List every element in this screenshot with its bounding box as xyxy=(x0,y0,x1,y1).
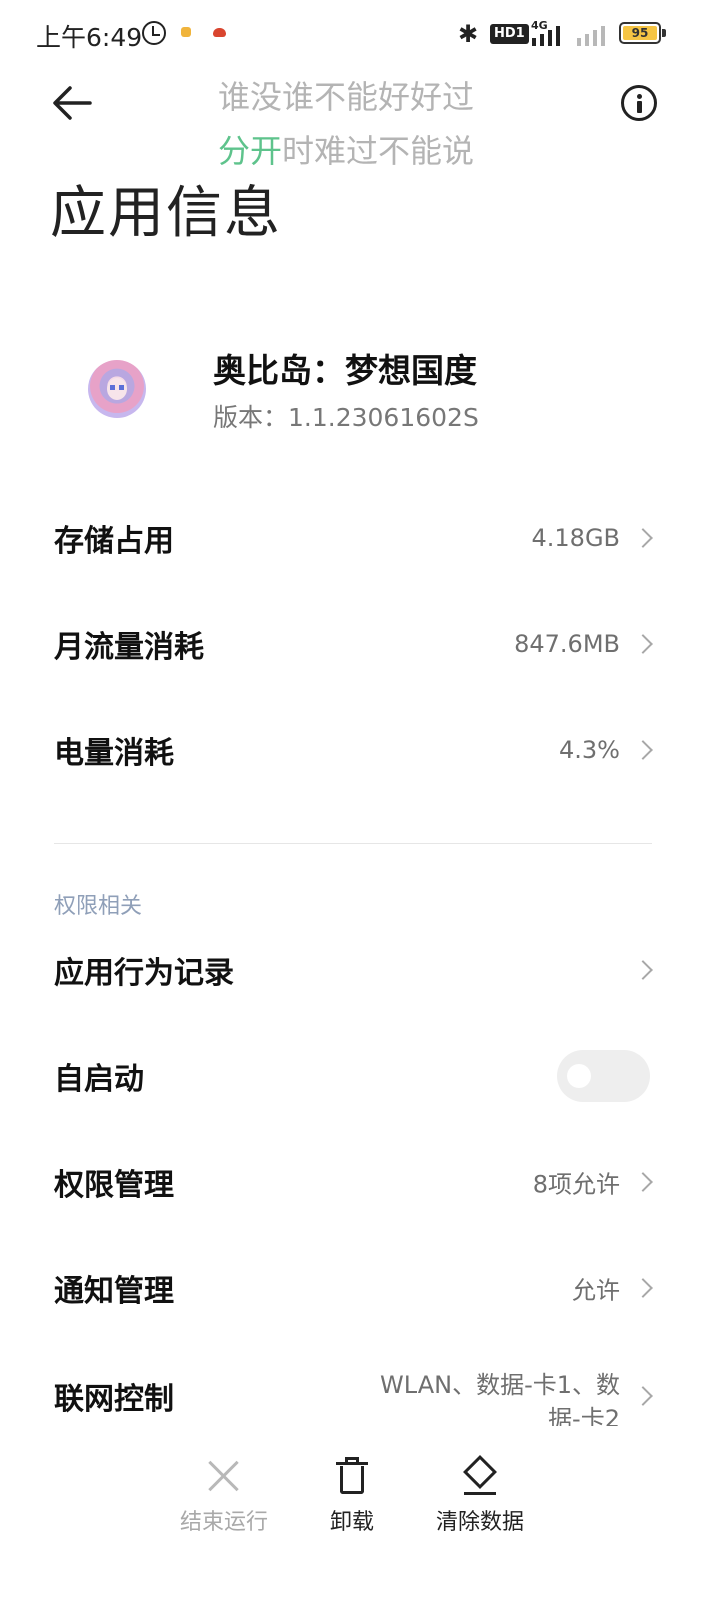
force-stop-button[interactable]: 结束运行 xyxy=(164,1450,284,1550)
row-value: 8项允许 xyxy=(532,1170,620,1199)
autostart-toggle[interactable] xyxy=(557,1050,650,1102)
app-info-screen: 上午6:49 ✱ HD1 4G 95 谁没谁不能好好过 分开时难过不能说 应用信… xyxy=(0,0,720,1600)
chevron-right-icon xyxy=(633,1172,653,1192)
chevron-right-icon xyxy=(633,528,653,548)
app-notification-icon xyxy=(213,28,226,37)
row-label: 电量消耗 xyxy=(54,736,174,771)
status-bar: 上午6:49 ✱ HD1 4G 95 xyxy=(0,0,720,66)
data-usage-row[interactable]: 月流量消耗 847.6MB xyxy=(0,604,720,684)
signal-icon xyxy=(532,24,572,46)
action-label: 清除数据 xyxy=(435,1510,524,1535)
battery-icon: 95 xyxy=(619,22,661,44)
battery-usage-row[interactable]: 电量消耗 4.3% xyxy=(0,710,720,790)
trash-icon xyxy=(332,1456,372,1496)
storage-row[interactable]: 存储占用 4.18GB xyxy=(0,498,720,578)
row-label: 月流量消耗 xyxy=(54,630,204,665)
row-value: 4.3% xyxy=(559,736,620,764)
hd-badge: HD1 xyxy=(490,24,529,44)
battery-tip xyxy=(662,29,666,37)
app-version: 版本：1.1.23061602S xyxy=(213,403,479,432)
close-icon xyxy=(204,1456,244,1496)
chevron-right-icon xyxy=(633,960,653,980)
behavior-record-row[interactable]: 应用行为记录 xyxy=(0,930,720,1010)
row-label: 自启动 xyxy=(54,1062,144,1097)
app-notification-icon xyxy=(181,27,191,37)
app-name: 奥比岛：梦想国度 xyxy=(213,351,477,390)
permission-manage-row[interactable]: 权限管理 8项允许 xyxy=(0,1142,720,1222)
section-title-permissions: 权限相关 xyxy=(54,894,143,919)
back-button[interactable] xyxy=(48,80,98,126)
lyric-line-1: 谁没谁不能好好过 xyxy=(218,78,475,116)
status-time: 上午6:49 xyxy=(36,23,143,52)
app-icon xyxy=(88,360,146,418)
section-divider xyxy=(54,843,652,844)
bluetooth-icon: ✱ xyxy=(458,20,479,48)
alarm-icon xyxy=(142,21,166,45)
toggle-knob xyxy=(567,1064,591,1088)
chevron-right-icon xyxy=(633,1278,653,1298)
action-label: 结束运行 xyxy=(179,1510,268,1535)
row-label: 权限管理 xyxy=(54,1168,174,1203)
clear-data-button[interactable]: 清除数据 xyxy=(420,1450,540,1550)
notification-manage-row[interactable]: 通知管理 允许 xyxy=(0,1248,720,1328)
row-value: 847.6MB xyxy=(514,630,620,658)
row-label: 通知管理 xyxy=(54,1274,174,1309)
chevron-right-icon xyxy=(633,1386,653,1406)
back-arrow-icon xyxy=(53,86,92,120)
row-value: WLAN、数据-卡1、数据-卡2 xyxy=(380,1371,620,1426)
chevron-right-icon xyxy=(633,740,653,760)
lyric-highlight: 分开 xyxy=(218,132,283,170)
eraser-icon xyxy=(460,1455,500,1496)
row-label: 存储占用 xyxy=(54,524,174,559)
lyric-line-2: 分开时难过不能说 xyxy=(218,126,474,172)
lyric-rest: 时难过不能说 xyxy=(282,132,475,170)
row-value: 4.18GB xyxy=(531,524,621,552)
signal-empty-icon xyxy=(577,24,617,46)
row-label: 联网控制 xyxy=(54,1382,174,1417)
row-label: 应用行为记录 xyxy=(54,956,234,991)
bottom-action-bar: 结束运行 卸载 清除数据 xyxy=(0,1430,720,1600)
page-title: 应用信息 xyxy=(50,181,282,246)
uninstall-button[interactable]: 卸载 xyxy=(292,1450,412,1550)
network-control-row[interactable]: 联网控制 WLAN、数据-卡1、数据-卡2 xyxy=(0,1356,720,1436)
row-value: 允许 xyxy=(572,1276,620,1305)
battery-level: 95 xyxy=(623,26,657,40)
info-button[interactable] xyxy=(621,85,657,121)
info-icon xyxy=(637,94,642,99)
chevron-right-icon xyxy=(633,634,653,654)
action-label: 卸载 xyxy=(329,1510,374,1535)
